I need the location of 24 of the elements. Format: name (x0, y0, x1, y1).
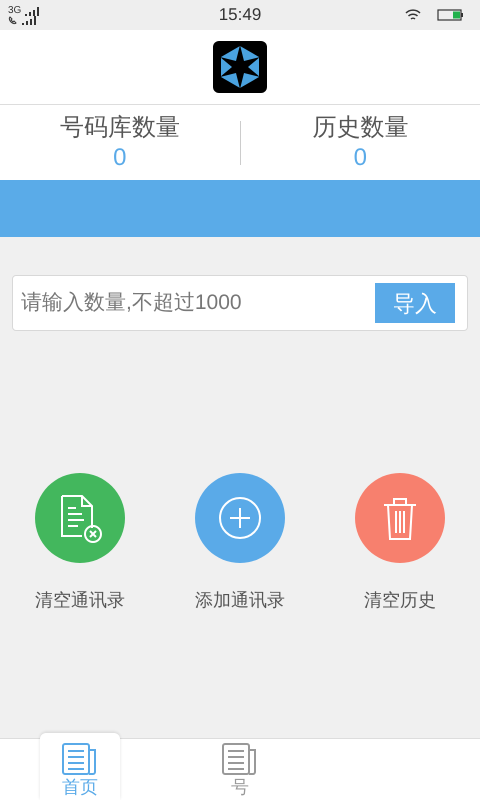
action-label: 清空历史 (364, 589, 436, 612)
plus-circle-icon (218, 496, 262, 540)
stat-label: 号码库数量 (60, 116, 180, 140)
battery-icon (437, 9, 464, 21)
clock: 15:49 (218, 4, 262, 26)
star-logo (213, 41, 267, 93)
newspaper-icon (221, 742, 259, 776)
phone-icon (8, 16, 18, 24)
action-button[interactable]: 添加通讯录 (160, 473, 320, 614)
network-type: 3G (8, 6, 22, 16)
stat-value: 0 (354, 146, 367, 170)
action-button[interactable]: 清空历史 (320, 473, 480, 614)
stat-label: 历史数量 (312, 116, 408, 140)
nav-tab[interactable]: 号 (200, 739, 280, 800)
action-button[interactable]: 清空通讯录 (0, 473, 160, 614)
action-label: 添加通讯录 (195, 589, 285, 612)
nav-tab[interactable]: 首页 (40, 733, 120, 800)
trash-icon (382, 495, 418, 541)
newspaper-icon (61, 742, 99, 776)
action-label: 清空通讯录 (35, 589, 125, 612)
stat-value: 0 (113, 146, 126, 170)
import-button[interactable]: 导入 (375, 283, 455, 323)
quantity-field[interactable]: 请输入数量,不超过1000 导入 (12, 275, 468, 331)
wifi-icon (405, 8, 421, 22)
